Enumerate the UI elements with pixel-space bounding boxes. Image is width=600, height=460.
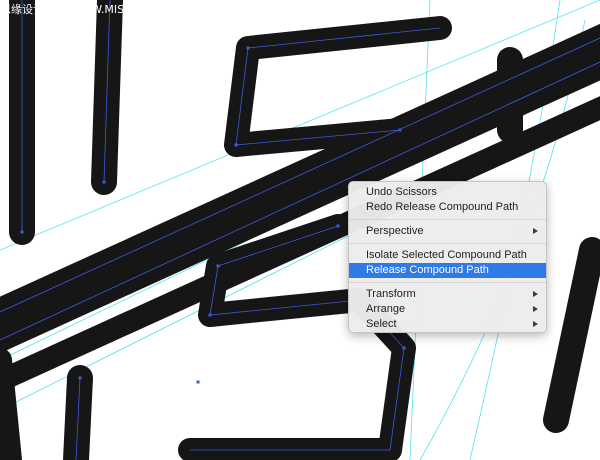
menu-item-label: Release Compound Path	[366, 264, 489, 276]
menu-item-label: Transform	[366, 288, 416, 300]
menu-item-perspective[interactable]: Perspective	[349, 224, 546, 239]
menu-item-label: Select	[366, 318, 397, 330]
menu-item-undo-scissors[interactable]: Undo Scissors	[349, 185, 546, 200]
submenu-arrow-icon	[533, 291, 538, 297]
menu-item-label: Isolate Selected Compound Path	[366, 249, 527, 261]
submenu-arrow-icon	[533, 228, 538, 234]
menu-item-label: Undo Scissors	[366, 186, 437, 198]
watermark-logo: 思缘设计论坛 WWW.MISSYUAN.COM	[0, 2, 176, 16]
menu-item-select[interactable]: Select	[349, 317, 546, 332]
context-menu: Undo Scissors Redo Release Compound Path…	[348, 181, 547, 333]
svg-text:思缘设计论坛 WWW.MISSYUAN.COM: 思缘设计论坛 WWW.MISSYUAN.COM	[0, 2, 176, 16]
submenu-arrow-icon	[533, 321, 538, 327]
menu-item-arrange[interactable]: Arrange	[349, 302, 546, 317]
menu-item-label: Arrange	[366, 303, 406, 315]
menu-item-release-compound-path[interactable]: Release Compound Path	[349, 263, 546, 278]
menu-separator	[349, 219, 546, 220]
menu-item-label: Perspective	[366, 225, 424, 237]
menu-separator	[349, 282, 546, 283]
menu-separator	[349, 243, 546, 244]
submenu-arrow-icon	[533, 306, 538, 312]
menu-item-transform[interactable]: Transform	[349, 287, 546, 302]
menu-item-label: Redo Release Compound Path	[366, 201, 519, 213]
menu-item-redo-release-compound-path[interactable]: Redo Release Compound Path	[349, 200, 546, 215]
menu-item-isolate-selected-compound-path[interactable]: Isolate Selected Compound Path	[349, 248, 546, 263]
